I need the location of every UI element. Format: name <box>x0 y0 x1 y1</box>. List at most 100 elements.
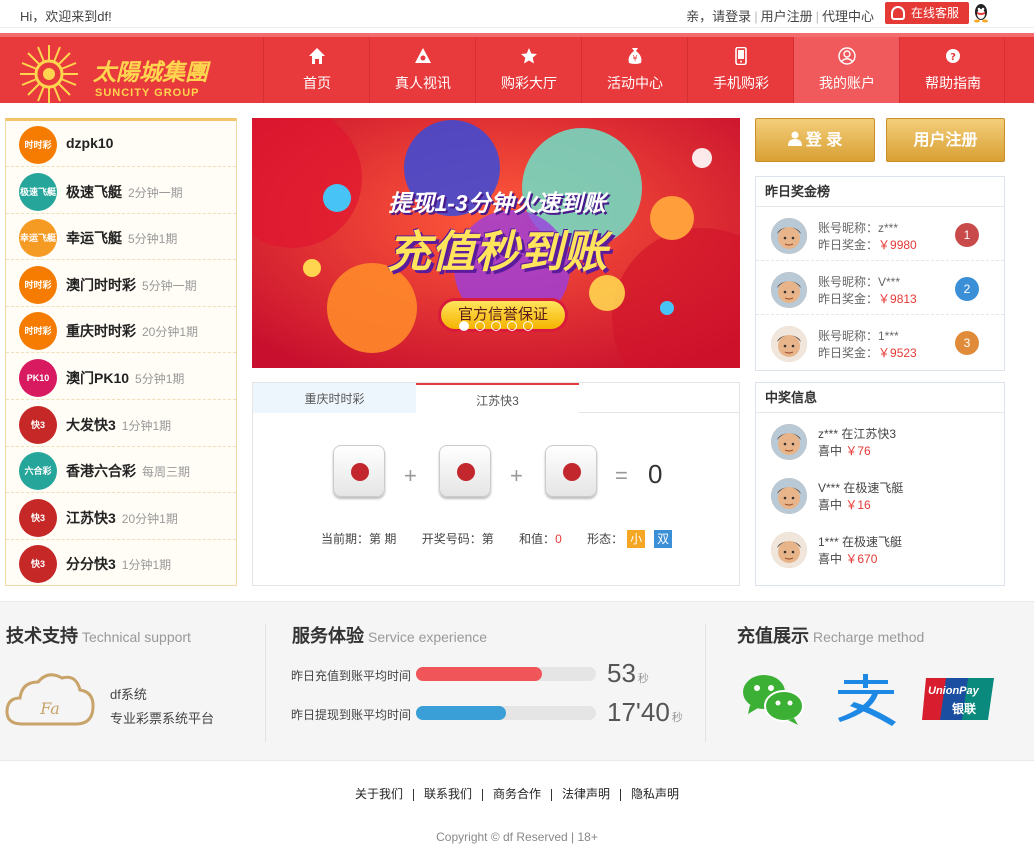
lottery-item[interactable]: 极速飞艇 极速飞艇 2分钟一期 <box>6 168 236 214</box>
logo-chinese-name: 太陽城集團 <box>93 59 208 86</box>
register-button[interactable]: 用户注册 <box>886 118 1005 162</box>
carousel-dot[interactable] <box>459 321 469 331</box>
lottery-item[interactable]: 快3 分分快3 1分钟1期 <box>6 540 236 586</box>
bonus-amount: 昨日奖金：￥9523 <box>818 346 917 360</box>
lottery-badge-icon: 快3 <box>19 545 57 584</box>
copyright: Copyright © df Reserved | 18+ <box>436 830 598 844</box>
withdraw-time-value: 17'40 秒 <box>607 697 683 727</box>
lottery-item[interactable]: 时时彩 澳门时时彩 5分钟一期 <box>6 261 236 307</box>
win-desc: V*** 在极速飞艇 <box>818 481 904 495</box>
sun-logo-icon <box>20 45 78 103</box>
nav-mobile-lottery[interactable]: 手机购彩 <box>687 37 793 103</box>
lottery-badge-icon: 六合彩 <box>19 452 57 491</box>
bonus-row: 账号昵称：1*** 昨日奖金：￥9523 3 <box>756 315 1004 369</box>
footer-link[interactable]: 联系我们 <box>424 787 472 801</box>
service-title: 服务体验 Service experience <box>292 626 488 646</box>
unionpay-label: UnionPay <box>928 685 979 697</box>
alipay-icon[interactable] <box>834 674 898 726</box>
promo-banner[interactable]: 提现1-3分钟火速到账 充值秒到账 官方信誉保证 <box>252 118 740 368</box>
lottery-period: 20分钟1期 <box>121 511 178 526</box>
unionpay-icon[interactable]: UnionPay 银联 <box>922 676 996 722</box>
tag-even: 双 <box>654 530 673 548</box>
lottery-item[interactable]: 时时彩 重庆时时彩 20分钟1期 <box>6 307 236 354</box>
draw-result-panel: 重庆时时彩 江苏快3 + + = 0 当前期：第 期 开奖号码：第 和值：0 形… <box>252 382 740 586</box>
suncity-logo[interactable]: 太陽城集團 SUNCITY GROUP <box>18 43 208 103</box>
open-number: 开奖号码：第 <box>421 532 494 546</box>
divider <box>705 624 706 742</box>
login-label: 登 录 <box>805 132 843 149</box>
footer-link[interactable]: 关于我们 <box>355 787 403 801</box>
wechat-pay-icon[interactable] <box>742 672 804 726</box>
rank-badge: 1 <box>955 223 979 247</box>
carousel-dot[interactable] <box>523 321 533 331</box>
lottery-badge-icon: PK10 <box>19 359 57 397</box>
lottery-item[interactable]: 幸运飞艇 幸运飞艇 5分钟1期 <box>6 214 236 261</box>
support-desc: 专业彩票系统平台 <box>110 711 215 726</box>
nav-activity-center[interactable]: ¥ 活动中心 <box>581 37 687 103</box>
banner-line1: 提现1-3分钟火速到账 <box>388 190 606 216</box>
divider <box>265 624 266 742</box>
main-nav: 太陽城集團 SUNCITY GROUP 首页 真人视讯 购彩大厅 ¥ 活动中心 … <box>0 33 1034 103</box>
win-amount: 喜中 ￥76 <box>818 444 871 458</box>
carousel-dot[interactable] <box>475 321 485 331</box>
bonus-row: 账号昵称：z*** 昨日奖金：￥9980 1 <box>756 207 1004 261</box>
current-period: 当前期：第 期 <box>321 532 397 546</box>
lottery-name: 澳门时时彩 5分钟一期 <box>66 276 197 293</box>
login-link[interactable]: 亲，请登录 <box>686 9 751 24</box>
agent-link[interactable]: 代理中心 <box>822 9 874 24</box>
nav-help-guide[interactable]: ? 帮助指南 <box>899 37 1005 103</box>
mobile-icon <box>735 47 747 65</box>
svg-text:Fa: Fa <box>39 699 60 718</box>
lottery-period: 5分钟1期 <box>135 372 185 386</box>
nav-lottery-hall[interactable]: 购彩大厅 <box>475 37 581 103</box>
lottery-name: 分分快3 1分钟1期 <box>66 556 172 573</box>
svg-text:?: ? <box>950 52 956 63</box>
login-button[interactable]: 登 录 <box>755 118 875 162</box>
lottery-badge-icon: 快3 <box>19 405 57 444</box>
qq-penguin-icon[interactable] <box>972 3 990 23</box>
lottery-name: 大发快3 1分钟1期 <box>66 416 172 433</box>
account-nickname: 账号昵称：V*** <box>818 275 901 289</box>
dice-1 <box>333 445 385 497</box>
online-service-button[interactable]: 在线客服 <box>885 2 969 24</box>
yesterday-bonus-title: 昨日奖金榜 <box>756 177 1004 207</box>
account-nickname: 账号昵称：1*** <box>818 329 899 343</box>
lottery-item[interactable]: PK10 澳门PK10 5分钟1期 <box>6 354 236 400</box>
register-link[interactable]: 用户注册 <box>761 9 813 24</box>
footer-link[interactable]: 商务合作 <box>493 787 541 801</box>
banner-carousel-dots <box>459 320 539 331</box>
footer-link[interactable]: 隐私声明 <box>631 787 679 801</box>
footer-links: 关于我们 联系我们 商务合作 法律声明 隐私声明 <box>0 785 1034 802</box>
lottery-badge-icon: 快3 <box>19 498 57 537</box>
lottery-period: 5分钟一期 <box>142 278 197 293</box>
carousel-dot[interactable] <box>491 321 501 331</box>
win-amount: 喜中 ￥16 <box>818 498 871 512</box>
tab-js-k3[interactable]: 江苏快3 <box>416 383 579 414</box>
nav-live-video[interactable]: 真人视讯 <box>369 37 475 103</box>
recharge-time-bar <box>416 667 596 681</box>
user-icon <box>787 131 802 146</box>
lottery-item[interactable]: 快3 江苏快3 20分钟1期 <box>6 494 236 540</box>
lottery-item[interactable]: 快3 大发快3 1分钟1期 <box>6 401 236 447</box>
lottery-badge-icon: 时时彩 <box>19 126 57 164</box>
tag-small: 小 <box>627 530 646 548</box>
lottery-period: 1分钟1期 <box>121 558 172 573</box>
svg-text:¥: ¥ <box>632 54 637 63</box>
lottery-item[interactable]: 时时彩 dzpk10 <box>6 121 236 167</box>
lottery-name: dzpk10 <box>66 135 114 151</box>
shape-label: 形态： <box>587 532 624 546</box>
avatar <box>771 478 807 514</box>
lottery-badge-icon: 幸运飞艇 <box>19 219 57 258</box>
carousel-dot[interactable] <box>507 321 517 331</box>
nav-my-account[interactable]: 我的账户 <box>793 37 899 103</box>
star-icon <box>521 48 537 64</box>
lottery-period: 20分钟1期 <box>142 325 199 340</box>
lottery-badge-icon: 极速飞艇 <box>19 172 57 211</box>
tab-cq-ssc[interactable]: 重庆时时彩 <box>253 383 416 413</box>
tech-support-title: 技术支持 Technical support <box>6 626 191 646</box>
win-desc: z*** 在江苏快3 <box>818 427 897 441</box>
nav-home[interactable]: 首页 <box>263 37 369 103</box>
lottery-item[interactable]: 六合彩 香港六合彩 每周三期 <box>6 447 236 494</box>
footer-link[interactable]: 法律声明 <box>562 787 610 801</box>
win-amount: 喜中 ￥670 <box>818 552 878 566</box>
